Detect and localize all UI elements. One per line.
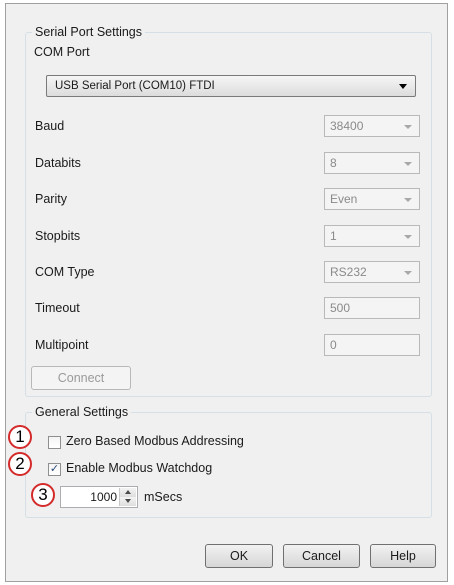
chevron-down-icon [404,235,412,239]
checkmark-icon: ✓ [49,463,60,475]
com-port-label: COM Port [34,45,90,59]
enable-watchdog-label[interactable]: Enable Modbus Watchdog [66,461,212,475]
stopbits-select[interactable]: 1 [324,225,420,247]
com-type-value: RS232 [330,265,367,279]
help-button[interactable]: Help [370,544,436,568]
timeout-label: Timeout [35,301,80,315]
watchdog-timeout-value: 1000 [90,490,117,504]
serial-settings-dialog: Serial Port Settings COM Port USB Serial… [5,3,448,582]
general-settings-legend: General Settings [32,405,132,419]
baud-label: Baud [35,119,65,133]
parity-select[interactable]: Even [324,188,420,210]
chevron-down-icon [404,198,412,202]
serial-port-settings-legend: Serial Port Settings [32,25,145,39]
stepper-buttons [119,488,136,506]
com-type-select[interactable]: RS232 [324,261,420,283]
callout-3: 3 [31,483,55,507]
multipoint-label: Multipoint [35,338,89,352]
stopbits-label: Stopbits [35,229,81,243]
stopbits-value: 1 [330,229,337,243]
cancel-button[interactable]: Cancel [283,544,360,568]
serial-port-settings-group: Serial Port Settings COM Port USB Serial… [25,25,432,397]
databits-label: Databits [35,156,81,170]
chevron-down-icon [399,84,407,89]
callout-1: 1 [8,425,32,449]
com-type-label: COM Type [35,265,95,279]
com-port-select[interactable]: USB Serial Port (COM10) FTDI [46,75,416,97]
databits-value: 8 [330,156,337,170]
baud-value: 38400 [330,119,364,133]
general-settings-group: General Settings Zero Based Modbus Addre… [25,405,432,518]
stepper-down-button[interactable] [120,497,136,506]
timeout-value: 500 [330,301,351,315]
arrow-up-icon [125,490,131,494]
databits-select[interactable]: 8 [324,152,420,174]
connect-button[interactable]: Connect [31,366,131,390]
callout-2: 2 [8,452,32,476]
parity-value: Even [330,192,358,206]
chevron-down-icon [404,125,412,129]
arrow-down-icon [125,499,131,503]
multipoint-value: 0 [330,338,337,352]
parity-label: Parity [35,192,67,206]
baud-select[interactable]: 38400 [324,115,420,137]
chevron-down-icon [404,162,412,166]
enable-watchdog-checkbox[interactable]: ✓ [48,463,61,476]
timeout-input[interactable]: 500 [324,297,420,319]
zero-based-addressing-checkbox[interactable] [48,436,61,449]
ok-button[interactable]: OK [205,544,273,568]
zero-based-addressing-label[interactable]: Zero Based Modbus Addressing [66,434,244,448]
watchdog-timeout-stepper[interactable]: 1000 [60,486,138,508]
com-port-value: USB Serial Port (COM10) FTDI [55,80,215,92]
chevron-down-icon [404,271,412,275]
watchdog-unit-label: mSecs [144,490,183,504]
multipoint-input[interactable]: 0 [324,334,420,356]
